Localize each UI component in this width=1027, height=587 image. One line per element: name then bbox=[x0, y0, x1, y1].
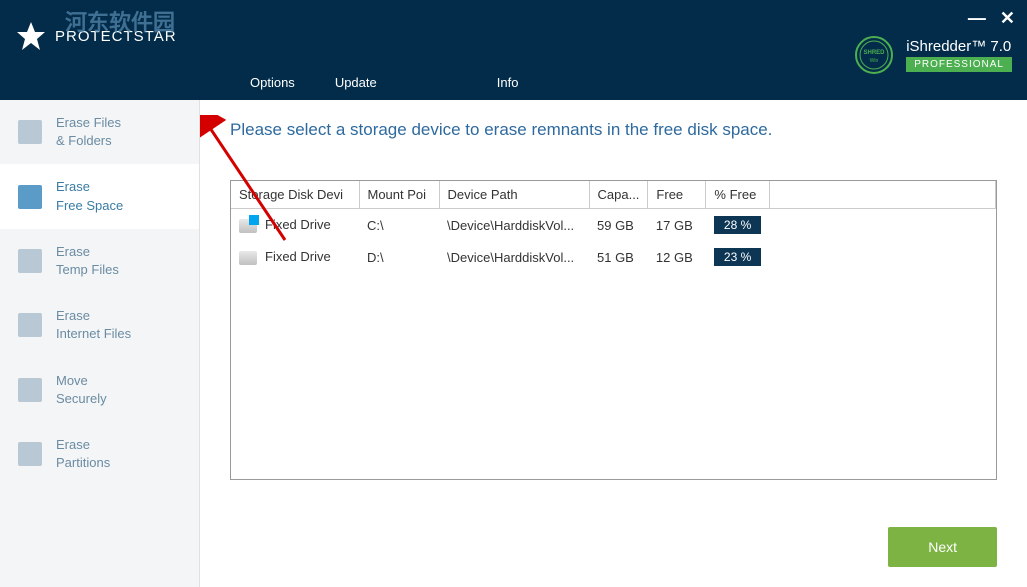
sidebar-item-label: Erase Partitions bbox=[56, 436, 110, 472]
cell-device: Fixed Drive bbox=[265, 249, 331, 264]
table-row[interactable]: Fixed Drive C:\ \Device\HarddiskVol... 5… bbox=[231, 209, 996, 242]
content-area: Erase Files & Folders Erase Free Space E… bbox=[0, 100, 1027, 587]
sidebar-item-erase-files[interactable]: Erase Files & Folders bbox=[0, 100, 199, 164]
brand-name: PROTECTSTAR bbox=[55, 28, 177, 45]
cell-capacity: 51 GB bbox=[589, 241, 648, 273]
col-capacity[interactable]: Capa... bbox=[589, 181, 648, 209]
internet-files-icon bbox=[18, 313, 42, 337]
cell-mount: D:\ bbox=[359, 241, 439, 273]
sidebar-item-free-space[interactable]: Erase Free Space bbox=[0, 164, 199, 228]
minimize-button[interactable]: — bbox=[968, 8, 986, 29]
drive-icon bbox=[239, 219, 257, 233]
move-icon bbox=[18, 378, 42, 402]
cell-path: \Device\HarddiskVol... bbox=[439, 241, 589, 273]
sidebar-item-move-securely[interactable]: Move Securely bbox=[0, 358, 199, 422]
product-name: iShredder™ 7.0 bbox=[906, 38, 1012, 55]
temp-files-icon bbox=[18, 249, 42, 273]
col-path[interactable]: Device Path bbox=[439, 181, 589, 209]
shred-badge-icon: SHRED Win bbox=[854, 35, 894, 75]
app-header: PROTECTSTAR 河东软件园 Options Update Info SH… bbox=[0, 0, 1027, 100]
svg-text:Win: Win bbox=[870, 58, 879, 64]
sidebar-item-label: Erase Internet Files bbox=[56, 307, 131, 343]
product-tier: PROFESSIONAL bbox=[906, 57, 1012, 72]
sidebar-item-label: Erase Free Space bbox=[56, 178, 123, 214]
table-header-row: Storage Disk Devi Mount Poi Device Path … bbox=[231, 181, 996, 209]
cell-mount: C:\ bbox=[359, 209, 439, 242]
menu-update[interactable]: Update bbox=[315, 67, 397, 100]
cell-capacity: 59 GB bbox=[589, 209, 648, 242]
logo-area: PROTECTSTAR bbox=[0, 0, 200, 72]
pct-badge: 23 % bbox=[714, 248, 761, 266]
drive-icon bbox=[239, 251, 257, 265]
sidebar-item-partitions[interactable]: Erase Partitions bbox=[0, 422, 199, 486]
col-mount[interactable]: Mount Poi bbox=[359, 181, 439, 209]
pct-badge: 28 % bbox=[714, 216, 761, 234]
window-controls: — ✕ bbox=[968, 8, 1015, 29]
menu-info[interactable]: Info bbox=[477, 67, 539, 100]
sidebar-item-internet-files[interactable]: Erase Internet Files bbox=[0, 293, 199, 357]
sidebar-item-temp-files[interactable]: Erase Temp Files bbox=[0, 229, 199, 293]
product-badge-area: SHRED Win iShredder™ 7.0 PROFESSIONAL bbox=[854, 35, 1012, 75]
col-device[interactable]: Storage Disk Devi bbox=[231, 181, 359, 209]
next-button[interactable]: Next bbox=[888, 527, 997, 567]
files-icon bbox=[18, 120, 42, 144]
col-free[interactable]: Free bbox=[648, 181, 706, 209]
device-table: Storage Disk Devi Mount Poi Device Path … bbox=[230, 180, 997, 480]
partitions-icon bbox=[18, 442, 42, 466]
svg-text:SHRED: SHRED bbox=[864, 50, 886, 56]
cell-path: \Device\HarddiskVol... bbox=[439, 209, 589, 242]
sidebar-item-label: Erase Temp Files bbox=[56, 243, 119, 279]
close-button[interactable]: ✕ bbox=[1000, 8, 1015, 29]
col-spacer bbox=[770, 181, 996, 209]
sidebar-item-label: Move Securely bbox=[56, 372, 107, 408]
cell-device: Fixed Drive bbox=[265, 217, 331, 232]
col-pct-free[interactable]: % Free bbox=[706, 181, 770, 209]
cell-free: 17 GB bbox=[648, 209, 706, 242]
sidebar-item-label: Erase Files & Folders bbox=[56, 114, 121, 150]
table-row[interactable]: Fixed Drive D:\ \Device\HarddiskVol... 5… bbox=[231, 241, 996, 273]
page-instruction: Please select a storage device to erase … bbox=[230, 120, 997, 140]
product-info: iShredder™ 7.0 PROFESSIONAL bbox=[906, 38, 1012, 72]
cell-free: 12 GB bbox=[648, 241, 706, 273]
menu-options[interactable]: Options bbox=[230, 67, 315, 100]
sidebar: Erase Files & Folders Erase Free Space E… bbox=[0, 100, 200, 587]
main-panel: Please select a storage device to erase … bbox=[200, 100, 1027, 587]
protectstar-logo-icon bbox=[15, 20, 47, 52]
free-space-icon bbox=[18, 185, 42, 209]
